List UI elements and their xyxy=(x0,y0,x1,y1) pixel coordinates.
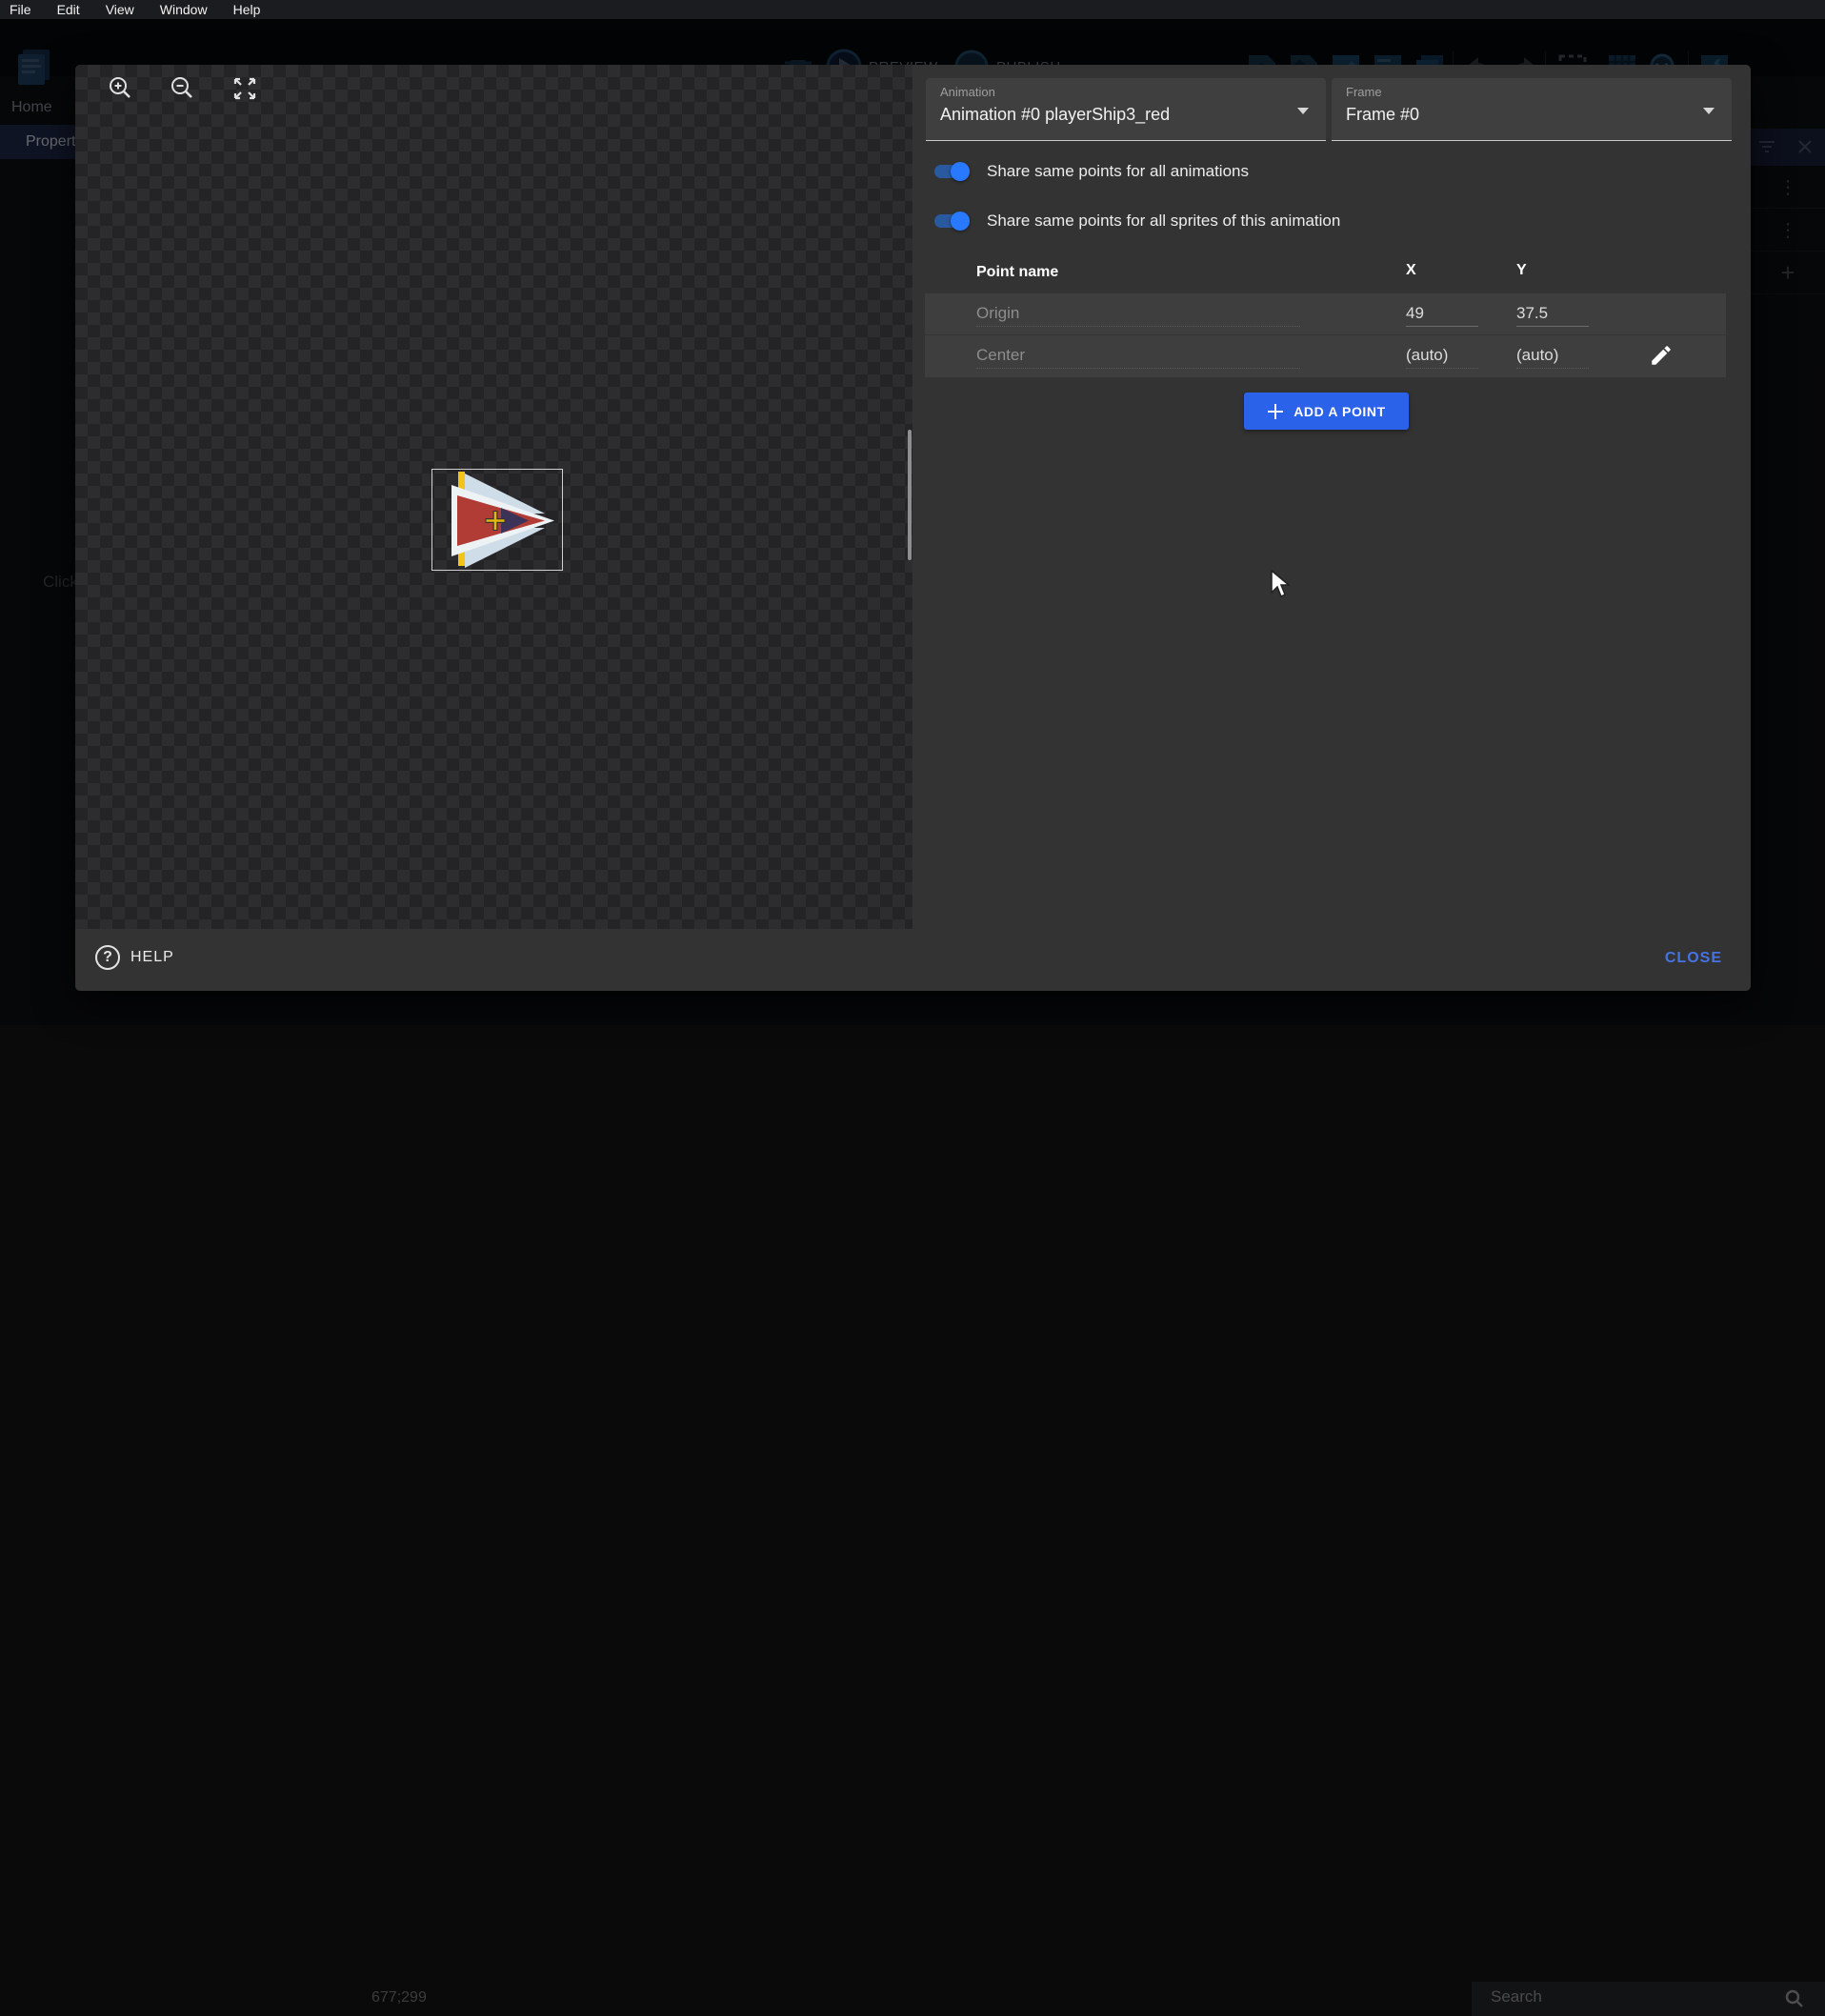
frame-select[interactable]: Frame Frame #0 xyxy=(1332,78,1732,141)
dialog-footer: ? HELP CLOSE xyxy=(75,929,1751,991)
close-button[interactable]: CLOSE xyxy=(1665,950,1722,967)
animation-select[interactable]: Animation Animation #0 playerShip3_red xyxy=(926,78,1326,141)
menu-window[interactable]: Window xyxy=(160,2,208,17)
add-point-button[interactable]: ADD A POINT xyxy=(1244,393,1409,430)
table-header: Point name X Y xyxy=(925,252,1726,293)
menu-edit[interactable]: Edit xyxy=(57,2,80,17)
fit-to-screen-icon[interactable] xyxy=(231,74,259,103)
help-icon: ? xyxy=(95,945,120,970)
share-points-all-sprites-toggle[interactable] xyxy=(932,211,970,232)
menu-help[interactable]: Help xyxy=(233,2,261,17)
canvas-vertical-scrollbar[interactable] xyxy=(908,430,912,560)
search-box[interactable] xyxy=(1472,1982,1825,2016)
mouse-cursor xyxy=(1270,570,1291,605)
search-icon xyxy=(1784,1988,1805,2009)
menu-bar: File Edit View Window Help xyxy=(0,0,1825,19)
point-x-field[interactable]: 49 xyxy=(1406,304,1478,327)
zoom-out-icon[interactable] xyxy=(168,74,196,103)
point-y-field[interactable]: (auto) xyxy=(1516,346,1589,369)
table-row-center: Center (auto) (auto) xyxy=(925,335,1726,377)
cursor-coordinates: 677;299 xyxy=(371,1989,427,2006)
plus-icon xyxy=(1267,403,1284,420)
table-row-origin: Origin 49 37.5 xyxy=(925,293,1726,335)
share-points-all-animations-toggle[interactable] xyxy=(932,161,970,182)
chevron-down-icon xyxy=(1297,108,1309,114)
points-table: Point name X Y Origin 49 37.5 Center (au… xyxy=(925,252,1726,377)
sprite-selection-box[interactable] xyxy=(431,469,563,571)
zoom-in-icon[interactable] xyxy=(106,74,134,103)
point-name-field: Center xyxy=(976,346,1300,369)
edit-pencil-icon[interactable] xyxy=(1649,343,1674,368)
point-x-field[interactable]: (auto) xyxy=(1406,346,1478,369)
sprite-preview-canvas[interactable] xyxy=(75,65,912,929)
player-ship-sprite xyxy=(432,470,564,572)
point-name-field: Origin xyxy=(976,304,1300,327)
menu-file[interactable]: File xyxy=(10,2,31,17)
help-button[interactable]: ? HELP xyxy=(95,945,174,970)
chevron-down-icon xyxy=(1703,108,1715,114)
search-input[interactable] xyxy=(1491,1987,1757,2006)
point-y-field[interactable]: 37.5 xyxy=(1516,304,1589,327)
points-panel: Animation Animation #0 playerShip3_red F… xyxy=(912,65,1751,929)
edit-points-dialog: Animation Animation #0 playerShip3_red F… xyxy=(75,65,1751,991)
menu-view[interactable]: View xyxy=(106,2,134,17)
